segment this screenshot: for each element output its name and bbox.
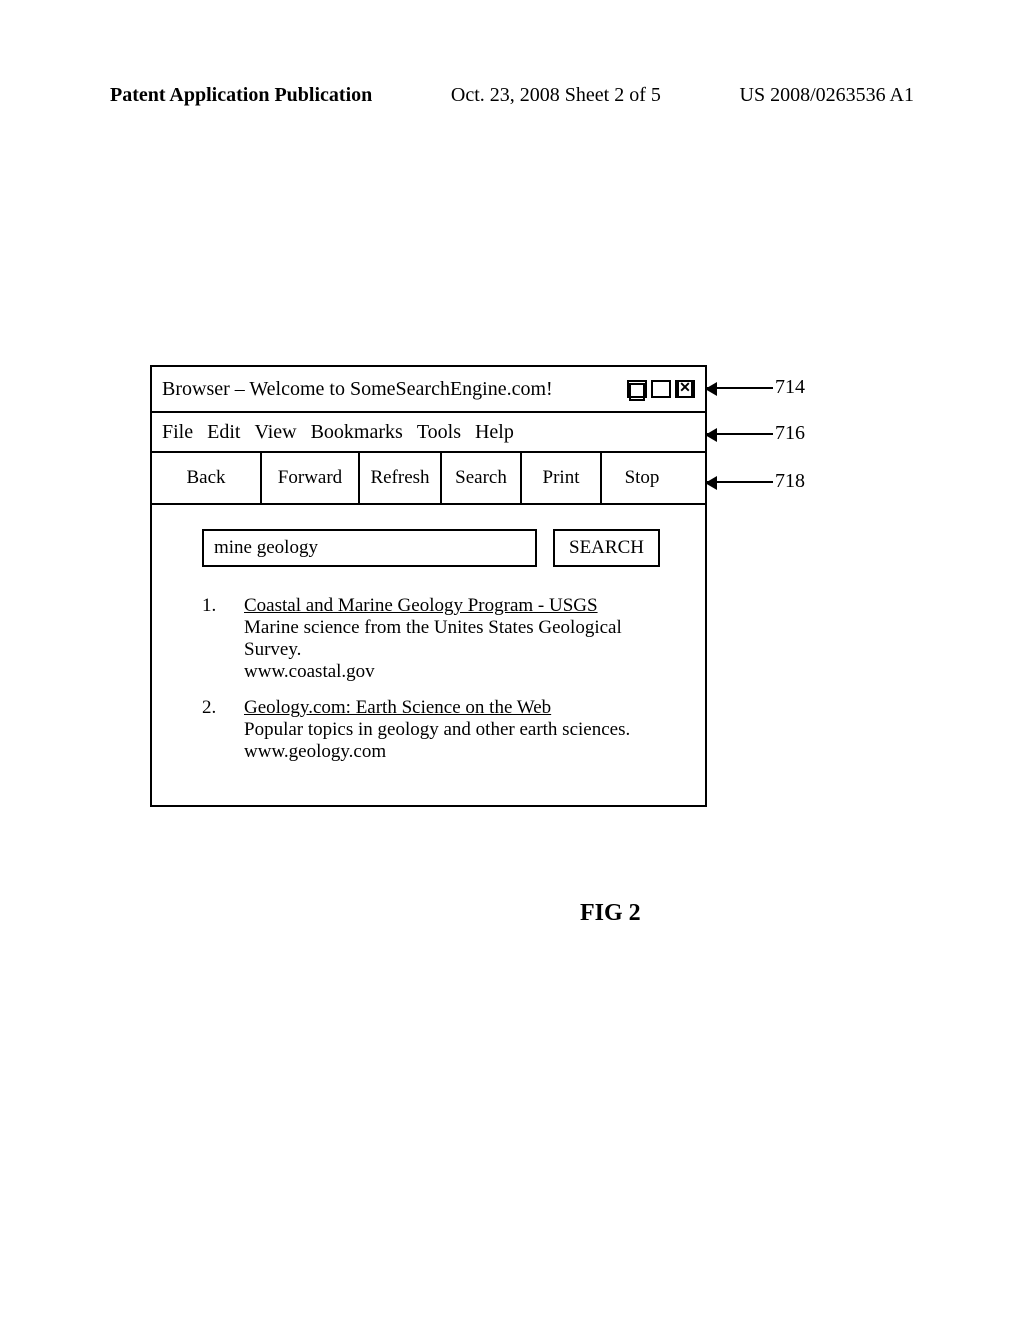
results-list: 1. Coastal and Marine Geology Program - … bbox=[202, 595, 681, 763]
window-controls: ✕ bbox=[627, 380, 695, 398]
menu-tools[interactable]: Tools bbox=[417, 421, 461, 444]
maximize-icon[interactable] bbox=[651, 380, 671, 398]
result-url: www.coastal.gov bbox=[244, 661, 681, 683]
content-area: SEARCH 1. Coastal and Marine Geology Pro… bbox=[152, 505, 705, 805]
toolbar: Back Forward Refresh Search Print Stop bbox=[152, 453, 705, 505]
callout-label: 718 bbox=[775, 470, 805, 493]
minimize-icon[interactable] bbox=[627, 380, 647, 398]
menu-bookmarks[interactable]: Bookmarks bbox=[311, 421, 403, 444]
result-number: 2. bbox=[202, 697, 222, 763]
search-input[interactable] bbox=[202, 529, 537, 567]
search-row: SEARCH bbox=[202, 529, 681, 567]
window-title: Browser – Welcome to SomeSearchEngine.co… bbox=[162, 378, 553, 401]
result-description: Marine science from the Unites States Ge… bbox=[244, 617, 681, 661]
callout-716: 716 bbox=[707, 422, 805, 445]
sheet-label: Oct. 23, 2008 Sheet 2 of 5 bbox=[451, 84, 661, 107]
titlebar: Browser – Welcome to SomeSearchEngine.co… bbox=[152, 367, 705, 413]
back-button[interactable]: Back bbox=[152, 453, 262, 503]
result-title-link[interactable]: Coastal and Marine Geology Program - USG… bbox=[244, 595, 681, 617]
result-description: Popular topics in geology and other eart… bbox=[244, 719, 630, 741]
result-url: www.geology.com bbox=[244, 741, 630, 763]
close-icon[interactable]: ✕ bbox=[675, 380, 695, 398]
print-button[interactable]: Print bbox=[522, 453, 602, 503]
arrow-icon bbox=[707, 433, 773, 435]
callout-718: 718 bbox=[707, 470, 805, 493]
stop-button[interactable]: Stop bbox=[602, 453, 682, 503]
arrow-icon bbox=[707, 481, 773, 483]
callout-714: 714 bbox=[707, 376, 805, 399]
menu-edit[interactable]: Edit bbox=[207, 421, 240, 444]
menubar: File Edit View Bookmarks Tools Help bbox=[152, 413, 705, 453]
arrow-icon bbox=[707, 387, 773, 389]
forward-button[interactable]: Forward bbox=[262, 453, 360, 503]
browser-window: Browser – Welcome to SomeSearchEngine.co… bbox=[150, 365, 707, 807]
menu-file[interactable]: File bbox=[162, 421, 193, 444]
callout-label: 714 bbox=[775, 376, 805, 399]
pub-number: US 2008/0263536 A1 bbox=[740, 84, 914, 107]
list-item: 1. Coastal and Marine Geology Program - … bbox=[202, 595, 681, 683]
search-button[interactable]: Search bbox=[442, 453, 522, 503]
menu-help[interactable]: Help bbox=[475, 421, 514, 444]
figure-label: FIG 2 bbox=[580, 900, 641, 927]
pub-label: Patent Application Publication bbox=[110, 84, 372, 107]
result-title-link[interactable]: Geology.com: Earth Science on the Web bbox=[244, 697, 630, 719]
page-header: Patent Application Publication Oct. 23, … bbox=[110, 84, 914, 107]
refresh-button[interactable]: Refresh bbox=[360, 453, 442, 503]
search-submit-button[interactable]: SEARCH bbox=[553, 529, 660, 567]
result-number: 1. bbox=[202, 595, 222, 683]
list-item: 2. Geology.com: Earth Science on the Web… bbox=[202, 697, 681, 763]
callout-label: 716 bbox=[775, 422, 805, 445]
menu-view[interactable]: View bbox=[254, 421, 296, 444]
